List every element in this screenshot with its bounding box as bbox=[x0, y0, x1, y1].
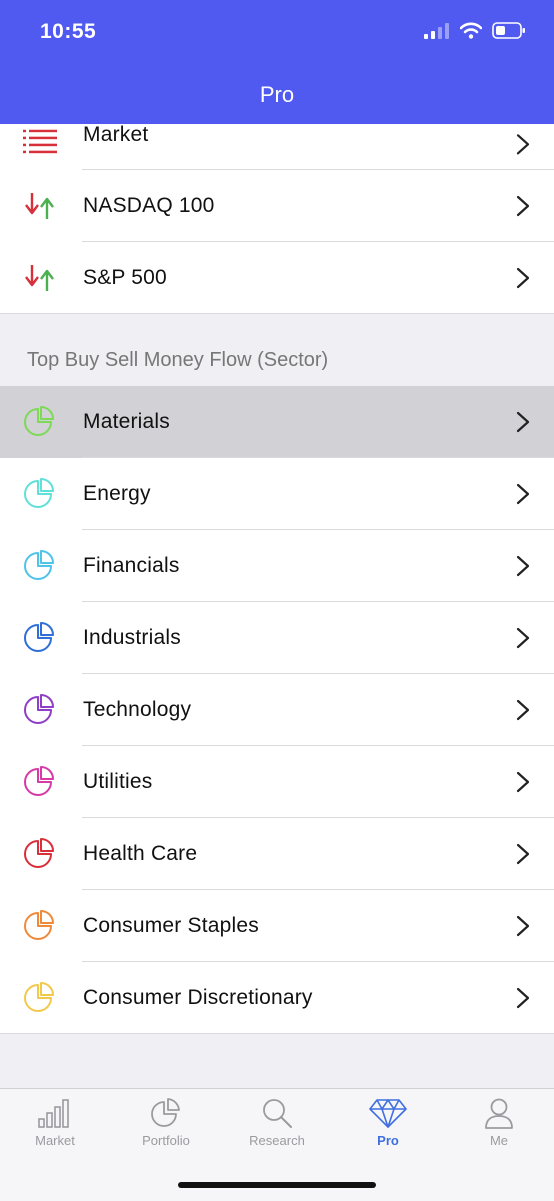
section-title: Top Buy Sell Money Flow (Sector) bbox=[27, 349, 329, 371]
status-icons bbox=[424, 22, 526, 39]
chevron-right-icon bbox=[516, 483, 530, 505]
sector-label: Energy bbox=[83, 482, 151, 505]
sector-label: Consumer Staples bbox=[83, 914, 259, 937]
tab-label: Research bbox=[249, 1133, 305, 1148]
sector-row-technology[interactable]: Technology bbox=[0, 674, 554, 746]
chevron-right-icon bbox=[516, 627, 530, 649]
search-icon bbox=[263, 1099, 292, 1128]
pie-chart-icon bbox=[22, 404, 58, 440]
home-indicator bbox=[178, 1182, 376, 1188]
page-title: Pro bbox=[259, 82, 295, 107]
tab-label: Market bbox=[35, 1133, 75, 1148]
sector-row-consumer-staples[interactable]: Consumer Staples bbox=[0, 890, 554, 962]
tab-portfolio[interactable]: Portfolio bbox=[111, 1097, 221, 1148]
chevron-right-icon bbox=[516, 843, 530, 865]
status-time: 10:55 bbox=[40, 20, 97, 43]
pie-chart-icon bbox=[22, 476, 58, 512]
pie-chart-icon bbox=[22, 692, 58, 728]
sector-row-financials[interactable]: Financials bbox=[0, 530, 554, 602]
sector-label: Consumer Discretionary bbox=[83, 986, 313, 1009]
sector-label: Utilities bbox=[83, 770, 153, 793]
chevron-right-icon bbox=[516, 195, 530, 217]
status-bar: 10:55 bbox=[0, 0, 554, 70]
diamond-icon bbox=[369, 1099, 407, 1128]
pie-chart-icon bbox=[22, 980, 58, 1016]
pie-chart-icon bbox=[22, 764, 58, 800]
up-down-arrows-icon bbox=[22, 188, 58, 224]
list-icon bbox=[22, 125, 58, 161]
chevron-right-icon bbox=[516, 267, 530, 289]
bar-chart-icon bbox=[38, 1099, 69, 1128]
navigation-bar: Pro bbox=[0, 70, 554, 124]
sector-label: Technology bbox=[83, 698, 192, 721]
sector-label: Financials bbox=[83, 554, 180, 577]
tab-label: Pro bbox=[377, 1133, 399, 1148]
battery-icon bbox=[492, 22, 525, 39]
list-item-market[interactable]: Market bbox=[0, 123, 554, 170]
wifi-icon bbox=[460, 22, 482, 39]
tab-research[interactable]: Research bbox=[222, 1097, 332, 1148]
chevron-right-icon bbox=[516, 915, 530, 937]
pie-chart-icon bbox=[22, 836, 58, 872]
chevron-right-icon bbox=[516, 699, 530, 721]
person-icon bbox=[485, 1098, 513, 1129]
signal-icon bbox=[424, 22, 449, 39]
list-item-label: NASDAQ 100 bbox=[83, 194, 215, 217]
sector-row-utilities[interactable]: Utilities bbox=[0, 746, 554, 818]
sector-label: Industrials bbox=[83, 626, 181, 649]
sector-row-health-care[interactable]: Health Care bbox=[0, 818, 554, 890]
tab-label: Portfolio bbox=[142, 1133, 190, 1148]
tab-pro[interactable]: Pro bbox=[333, 1097, 443, 1148]
pie-chart-icon bbox=[22, 620, 58, 656]
tab-market[interactable]: Market bbox=[0, 1097, 110, 1148]
sector-list: Materials Energy Financials Industrials Tech… bbox=[0, 386, 554, 1034]
pie-chart-icon bbox=[151, 1098, 180, 1127]
chevron-right-icon bbox=[516, 771, 530, 793]
tab-me[interactable]: Me bbox=[444, 1097, 554, 1148]
sector-row-consumer-discretionary[interactable]: Consumer Discretionary bbox=[0, 962, 554, 1034]
section-header: Top Buy Sell Money Flow (Sector) bbox=[0, 314, 554, 386]
pie-chart-icon bbox=[22, 908, 58, 944]
sector-row-materials[interactable]: Materials bbox=[0, 386, 554, 458]
content-list: Market NASDAQ 100 S&P 500 Top Buy Sell M… bbox=[0, 123, 554, 1034]
chevron-right-icon bbox=[516, 134, 530, 155]
sector-row-industrials[interactable]: Industrials bbox=[0, 602, 554, 674]
pie-chart-icon bbox=[22, 548, 58, 584]
tab-label: Me bbox=[489, 1133, 509, 1148]
sector-row-energy[interactable]: Energy bbox=[0, 458, 554, 530]
list-item-label: Market bbox=[83, 123, 149, 146]
chevron-right-icon bbox=[516, 411, 530, 433]
list-item-sp-500[interactable]: S&P 500 bbox=[0, 242, 554, 314]
sector-label: Health Care bbox=[83, 842, 198, 865]
up-down-arrows-icon bbox=[22, 260, 58, 296]
chevron-right-icon bbox=[516, 555, 530, 577]
list-item-nasdaq-100[interactable]: NASDAQ 100 bbox=[0, 170, 554, 242]
list-item-label: S&P 500 bbox=[83, 266, 167, 289]
sector-label: Materials bbox=[83, 410, 170, 433]
chevron-right-icon bbox=[516, 987, 530, 1009]
